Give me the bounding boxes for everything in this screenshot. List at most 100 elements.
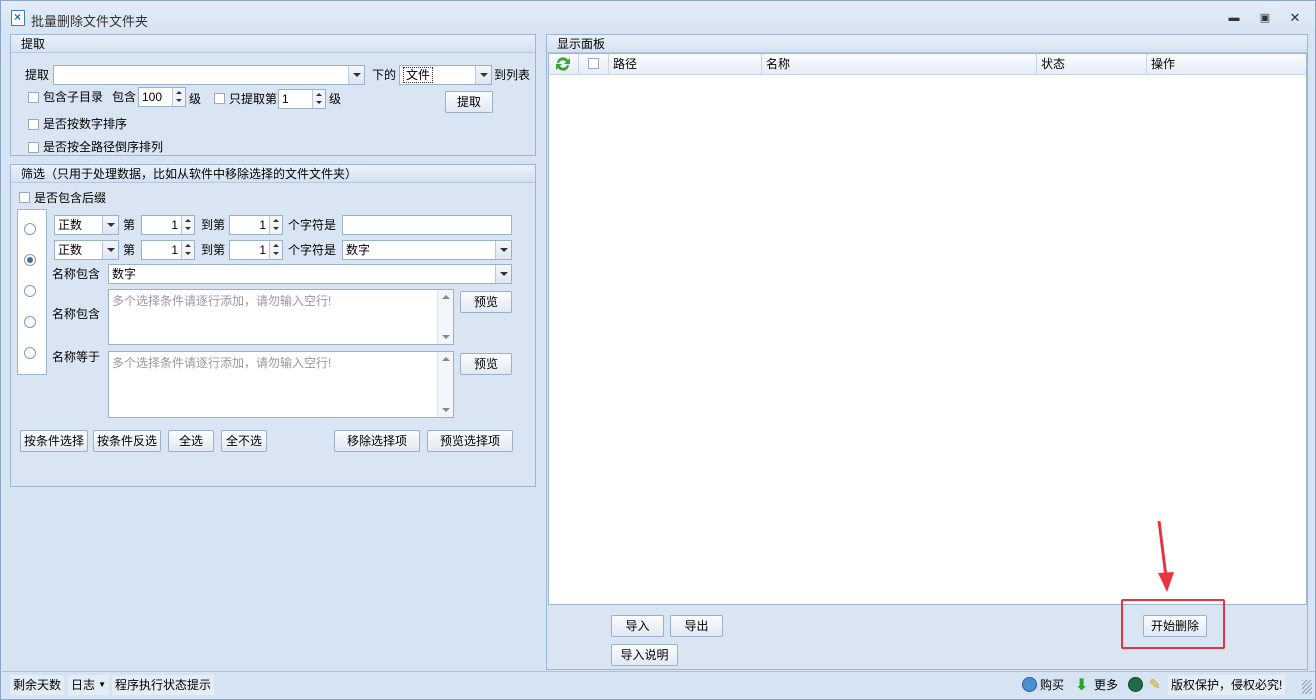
chevron-down-icon[interactable] xyxy=(495,241,511,259)
char-value-2: 数字 xyxy=(346,243,371,257)
scrollbar[interactable] xyxy=(437,290,453,344)
maximize-icon[interactable]: ▣ xyxy=(1256,10,1274,26)
import-button[interactable]: 导入 xyxy=(611,615,664,637)
start-delete-button[interactable]: 开始删除 xyxy=(1143,615,1207,637)
from-value-2: 1 xyxy=(171,243,178,257)
name-contains-textarea[interactable]: 多个选择条件请逐行添加，请勿输入空行! xyxy=(108,289,454,345)
include-subdirs-checkbox[interactable] xyxy=(28,92,39,103)
days-left-label: 剩余天数 xyxy=(10,675,65,695)
download-icon[interactable]: ⬇ xyxy=(1075,675,1088,695)
select-all-button[interactable]: 全选 xyxy=(168,430,214,452)
stepper-arrows-icon[interactable] xyxy=(181,216,194,234)
invert-by-condition-button[interactable]: 按条件反选 xyxy=(93,430,161,452)
refresh-icon[interactable] xyxy=(549,54,579,75)
extract-button[interactable]: 提取 xyxy=(445,91,493,113)
level-label: 级 xyxy=(189,92,202,106)
source-path-combo[interactable] xyxy=(53,65,365,85)
chevron-down-icon[interactable] xyxy=(348,66,364,84)
to-stepper-2[interactable]: 1 xyxy=(229,240,283,260)
filter-mode-radio-4[interactable] xyxy=(24,316,36,328)
sign-combo-2[interactable]: 正数 xyxy=(54,240,119,260)
filter-mode-radio-1[interactable] xyxy=(24,223,36,235)
from-value-1: 1 xyxy=(171,218,178,232)
buy-icon[interactable] xyxy=(1022,677,1037,692)
filter-mode-radio-3[interactable] xyxy=(24,285,36,297)
only-level-stepper[interactable]: 1 xyxy=(278,89,326,109)
name-contains-combo[interactable]: 数字 xyxy=(108,264,512,284)
extract-panel-header: 提取 xyxy=(11,35,535,53)
buy-link[interactable]: 购买 xyxy=(1037,675,1067,695)
preview-button-1[interactable]: 预览 xyxy=(460,291,512,313)
header-checkbox[interactable] xyxy=(588,58,599,69)
resize-grip-icon[interactable] xyxy=(1302,680,1312,694)
select-none-button[interactable]: 全不选 xyxy=(221,430,267,452)
import-help-button[interactable]: 导入说明 xyxy=(611,644,678,666)
scrollbar[interactable] xyxy=(437,352,453,417)
globe-icon[interactable] xyxy=(1128,677,1143,692)
log-dropdown[interactable]: 日志 ▼ xyxy=(68,675,110,695)
app-icon xyxy=(11,10,25,26)
type-combo[interactable]: 文件 xyxy=(399,65,492,85)
chevron-down-icon[interactable] xyxy=(102,216,118,234)
display-panel: 显示面板 路径 名称 状态 操作 导入 导出 导入说明 开始删除 xyxy=(546,34,1308,670)
column-header-name[interactable]: 名称 xyxy=(762,54,1037,75)
char-value-input-1[interactable] xyxy=(342,215,512,235)
extract-panel: 提取 提取 下的 文件 到列表 包含子目录 包含 100 级 只提取第 1 级 … xyxy=(10,34,536,156)
stepper-arrows-icon[interactable] xyxy=(269,241,282,259)
display-panel-header: 显示面板 xyxy=(547,35,1307,53)
filter-mode-radio-5[interactable] xyxy=(24,347,36,359)
filter-mode-radio-2[interactable] xyxy=(24,254,36,266)
depth-stepper[interactable]: 100 xyxy=(138,87,186,107)
to-stepper-1[interactable]: 1 xyxy=(229,215,283,235)
only-extract-checkbox[interactable] xyxy=(214,93,225,104)
name-contains-value: 数字 xyxy=(112,267,137,281)
char-label-2: 个字符是 xyxy=(288,243,337,257)
preview-button-2[interactable]: 预览 xyxy=(460,353,512,375)
sign-combo-1[interactable]: 正数 xyxy=(54,215,119,235)
more-link[interactable]: 更多 xyxy=(1091,675,1121,695)
sign-value-2: 正数 xyxy=(58,243,83,257)
select-by-condition-button[interactable]: 按条件选择 xyxy=(20,430,88,452)
certificate-icon: ✎ xyxy=(1149,676,1161,692)
nth-label-2: 第 xyxy=(123,243,136,257)
chevron-down-icon[interactable] xyxy=(102,241,118,259)
filter-panel: 筛选（只用于处理数据，比如从软件中移除选择的文件文件夹） 是否包含后缀 正数 第… xyxy=(10,164,536,487)
column-header-status[interactable]: 状态 xyxy=(1037,54,1147,75)
name-contains-placeholder: 多个选择条件请逐行添加，请勿输入空行! xyxy=(112,294,332,308)
full-path-reverse-checkbox[interactable] xyxy=(28,142,39,153)
stepper-arrows-icon[interactable] xyxy=(269,216,282,234)
to-list-label: 到列表 xyxy=(494,68,531,82)
results-table[interactable]: 路径 名称 状态 操作 xyxy=(548,53,1307,605)
include-suffix-checkbox[interactable] xyxy=(19,192,30,203)
numeric-sort-checkbox[interactable] xyxy=(28,119,39,130)
to-label-1: 到第 xyxy=(201,218,226,232)
window-title: 批量删除文件文件夹 xyxy=(31,14,149,29)
annotation-arrow-icon xyxy=(1157,520,1174,592)
status-bar: 剩余天数 日志 ▼ 程序执行状态提示 购买 ⬇ 更多 ✎ 版权保护，侵权必究! xyxy=(2,671,1315,699)
chevron-down-icon[interactable] xyxy=(475,66,491,84)
char-value-combo-2[interactable]: 数字 xyxy=(342,240,512,260)
title-bar: 批量删除文件文件夹 ▬ ▣ ✕ xyxy=(1,1,1315,34)
chevron-down-icon[interactable] xyxy=(495,265,511,283)
from-stepper-2[interactable]: 1 xyxy=(141,240,195,260)
stepper-arrows-icon[interactable] xyxy=(312,90,325,108)
remove-selected-button[interactable]: 移除选择项 xyxy=(334,430,420,452)
stepper-arrows-icon[interactable] xyxy=(172,88,185,106)
name-contains-label: 名称包含 xyxy=(52,267,101,281)
column-header-path[interactable]: 路径 xyxy=(609,54,762,75)
name-equals-textarea[interactable]: 多个选择条件请逐行添加，请勿输入空行! xyxy=(108,351,454,418)
filter-panel-header: 筛选（只用于处理数据，比如从软件中移除选择的文件文件夹） xyxy=(11,165,535,183)
export-button[interactable]: 导出 xyxy=(670,615,723,637)
from-stepper-1[interactable]: 1 xyxy=(141,215,195,235)
column-header-action[interactable]: 操作 xyxy=(1147,54,1308,75)
filter-mode-radio-group xyxy=(17,209,47,375)
close-icon[interactable]: ✕ xyxy=(1286,10,1304,26)
chevron-down-icon: ▼ xyxy=(98,680,107,689)
minimize-icon[interactable]: ▬ xyxy=(1225,10,1243,26)
stepper-arrows-icon[interactable] xyxy=(181,241,194,259)
app-window: 批量删除文件文件夹 ▬ ▣ ✕ 提取 提取 下的 文件 到列表 包含子目录 包含… xyxy=(0,0,1316,700)
select-all-rows-checkbox[interactable] xyxy=(579,54,609,75)
name-equals-label: 名称等于 xyxy=(52,350,101,364)
preview-selected-button[interactable]: 预览选择项 xyxy=(427,430,513,452)
include-suffix-label: 是否包含后缀 xyxy=(34,191,107,205)
